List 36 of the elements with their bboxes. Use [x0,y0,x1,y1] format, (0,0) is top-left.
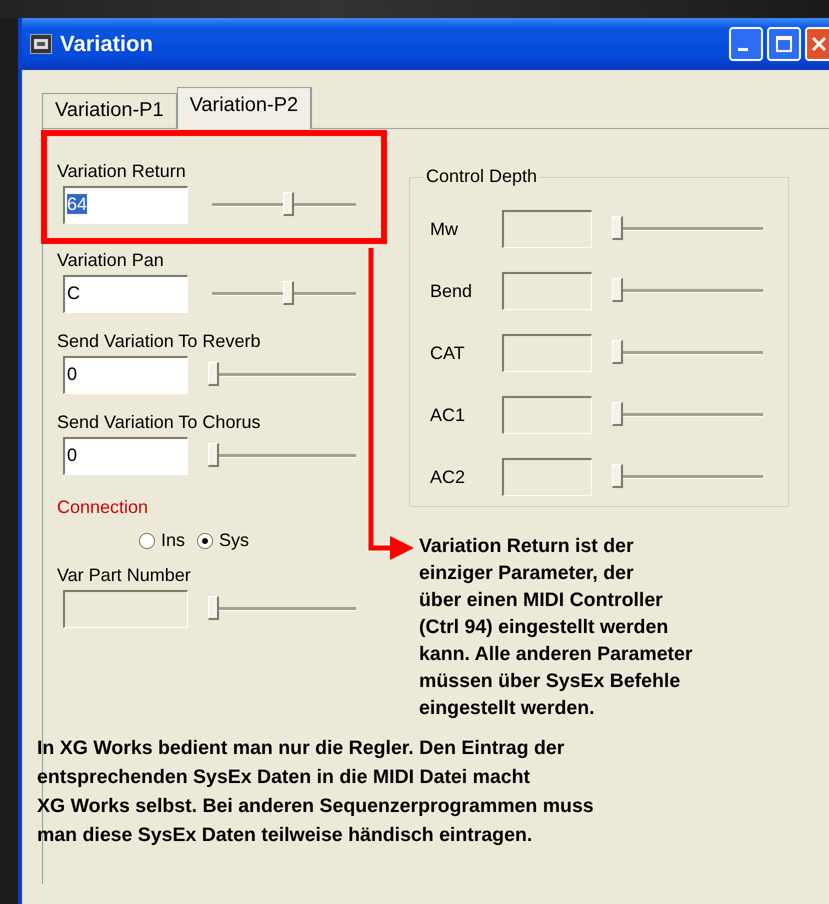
field-label: Variation Return [57,161,186,181]
slider-thumb[interactable] [208,443,219,467]
input-field[interactable]: 64 [63,186,188,224]
maximize-icon [775,35,793,53]
radio-button[interactable] [197,532,214,548]
input-field[interactable]: 0 [63,437,188,475]
tab[interactable]: Variation-P1 [42,93,177,128]
field-label: Send Variation To Reverb [57,331,260,351]
slider-thumb[interactable] [282,192,294,216]
field-label: CAT [430,342,466,364]
section-label: Connection [57,497,150,518]
field-label: Variation Pan [57,250,164,270]
field-label: Mw [430,218,459,240]
field-label: Send Variation To Chorus [57,412,260,432]
group-title: Control Depth [424,166,540,187]
slider-thumb[interactable] [282,281,294,305]
minimize-icon [738,48,748,50]
radio-label: Sys [219,530,250,551]
field-label: Bend [430,280,474,302]
close-button[interactable] [805,27,829,61]
field-label: AC1 [430,404,466,426]
close-icon [811,36,827,52]
field-label: Var Part Number [57,565,192,586]
callout-text: Variation Return ist der einziger Parameter, der über einen MIDI Controller (Ctrl 94) eingestellt werden kann. Alle anderen Parameter müssen über SysEx Befehle eingestellt werden. [419,534,694,721]
input-field[interactable]: 0 [63,356,188,394]
minimize-button[interactable] [729,27,763,61]
note-text: In XG Works bedient man nur die Regler. Den Eintrag der entsprechenden SysEx Daten in die MIDI Datei macht XG Works selbst. Bei anderen Sequenzerprogrammen muss man diese SysEx Daten teilweise händisch eintragen. [37,736,595,848]
radio-button[interactable] [139,532,155,548]
maximize-button[interactable] [767,27,801,61]
input-field[interactable]: C [63,275,188,313]
slider-thumb[interactable] [208,362,219,386]
field-label: AC2 [430,466,466,488]
radio-label: Ins [161,530,186,551]
window-title: Variation [60,31,154,57]
app-icon [30,34,52,54]
tab[interactable]: Variation-P2 [176,87,312,129]
